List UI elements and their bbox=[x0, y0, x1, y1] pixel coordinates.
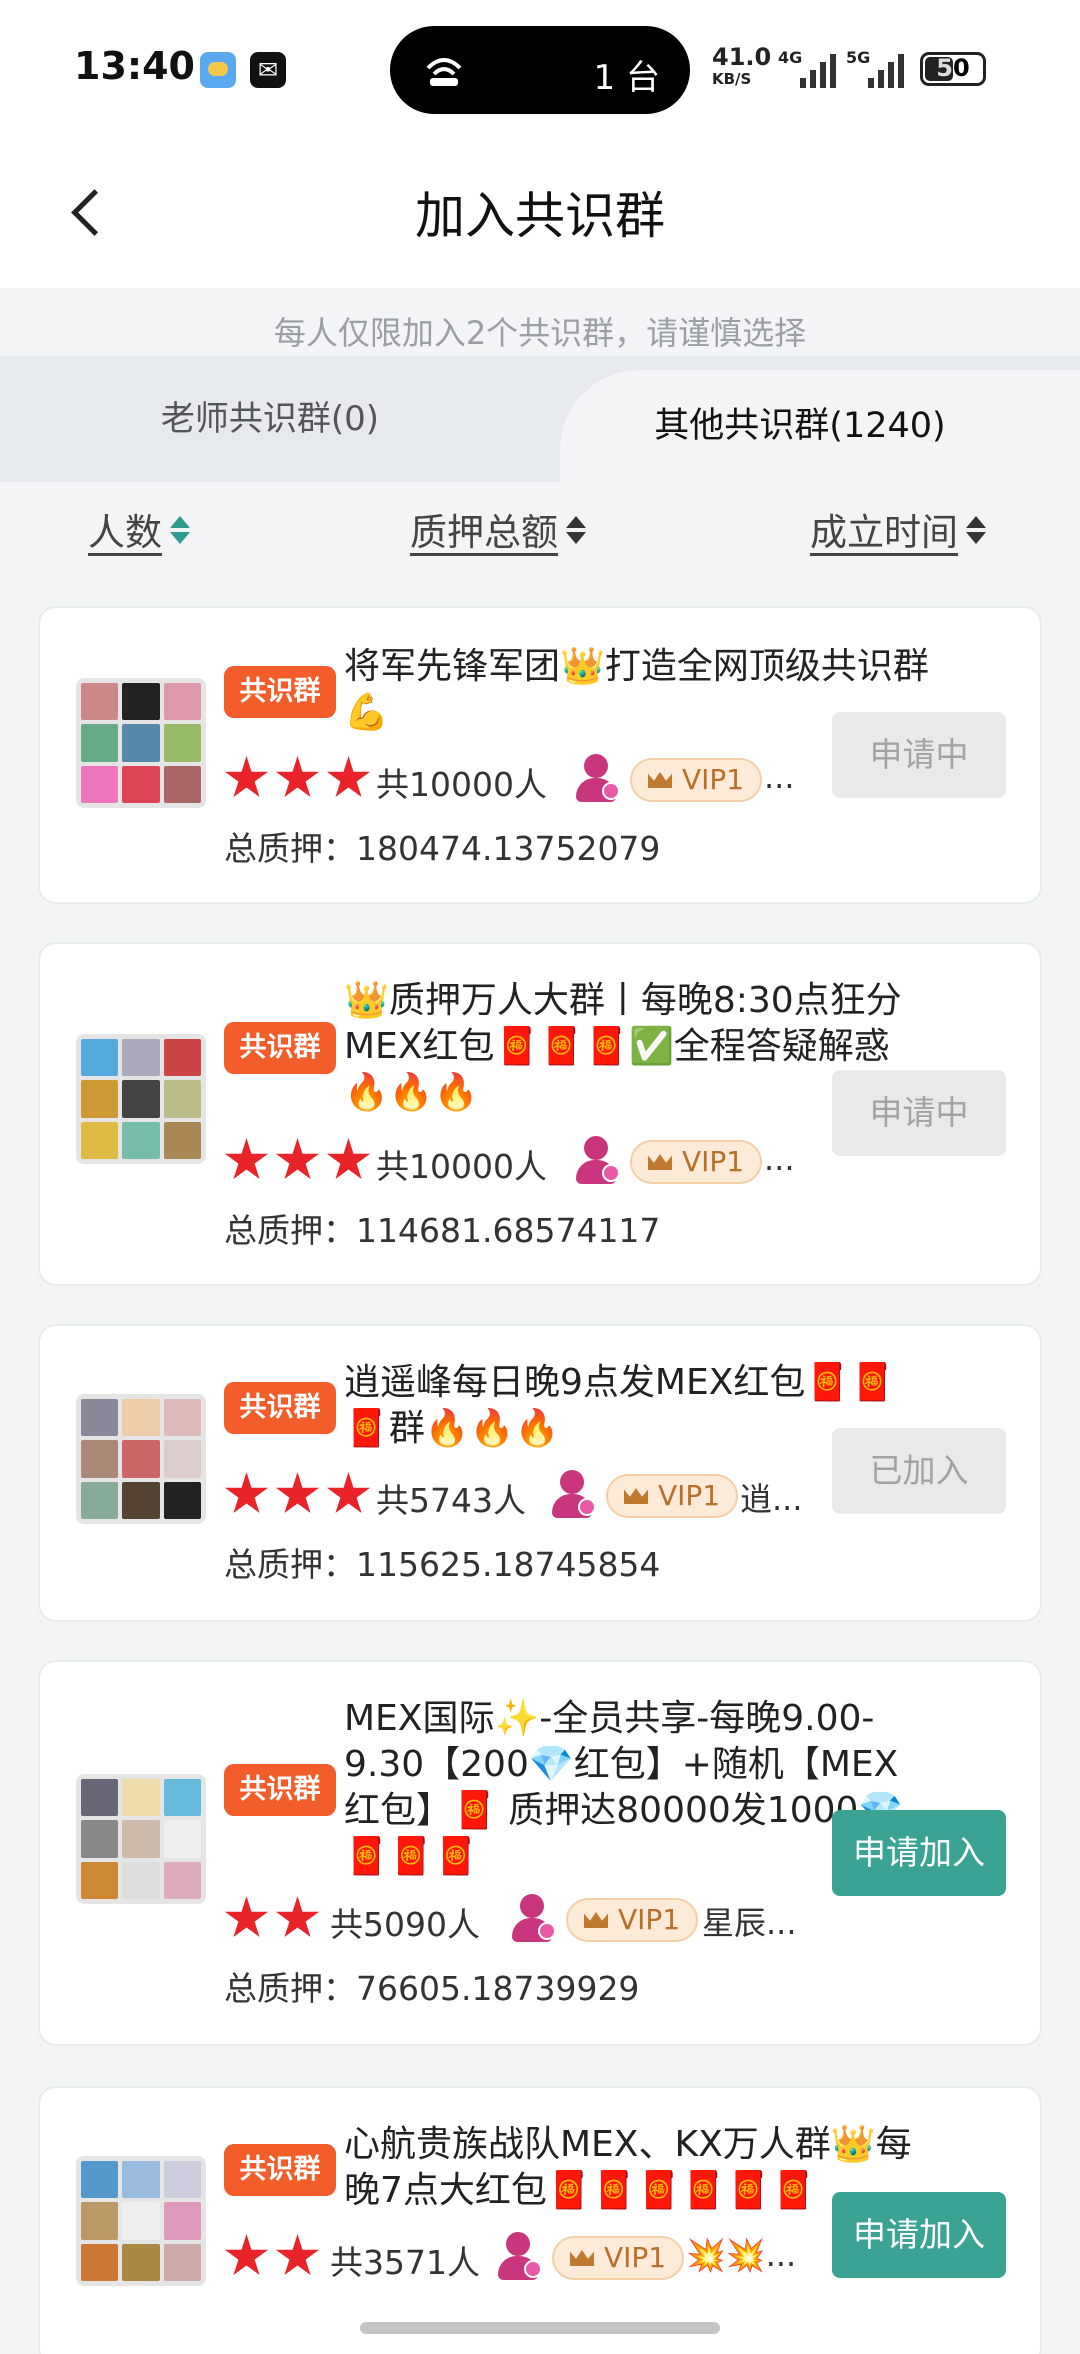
apply-join-button[interactable]: 申请加入 bbox=[832, 2192, 1006, 2278]
sort-arrows-icon bbox=[566, 514, 586, 548]
group-card[interactable]: 共识群 心航贵族战队MEX、KX万人群👑每晚7点大红包🧧🧧🧧🧧🧧🧧 共3571人… bbox=[38, 2086, 1042, 2354]
network-speed: 41.0 KB/S bbox=[712, 43, 772, 88]
hotspot-icon bbox=[426, 58, 462, 86]
dynamic-island[interactable]: 1 台 bbox=[390, 26, 690, 114]
group-rating bbox=[224, 1472, 371, 1517]
apply-status-button[interactable]: 申请中 bbox=[832, 712, 1006, 798]
group-card[interactable]: 共识群 将军先锋军团👑打造全网顶级共识群💪 共10000人 VIP1 ... 总… bbox=[38, 606, 1042, 904]
weather-app-icon bbox=[200, 52, 236, 88]
connected-device-count: 1 台 bbox=[593, 58, 660, 98]
group-avatar bbox=[76, 678, 206, 808]
page-title: 加入共识群 bbox=[415, 187, 665, 245]
sort-by-time[interactable]: 成立时间 bbox=[810, 502, 986, 556]
app-header: 加入共识群 bbox=[0, 140, 1080, 288]
group-type-tag: 共识群 bbox=[224, 1764, 336, 1816]
vip-badge: VIP1 bbox=[566, 1898, 699, 1942]
group-rating bbox=[224, 2234, 320, 2279]
owner-avatar-icon bbox=[572, 1136, 622, 1186]
app-notification-icon: ✉ bbox=[250, 52, 286, 88]
group-type-tag: 共识群 bbox=[224, 1382, 336, 1434]
total-pledge: 总质押：180474.13752079 bbox=[224, 829, 661, 868]
group-type-tag: 共识群 bbox=[224, 1022, 336, 1074]
vip-badge: VIP1 bbox=[630, 758, 763, 802]
star-icon bbox=[275, 1472, 320, 1513]
vip-badge: VIP1 bbox=[606, 1474, 739, 1518]
member-count: 共10000人 bbox=[376, 765, 547, 804]
member-count: 共3571人 bbox=[330, 2243, 480, 2282]
group-avatar bbox=[76, 1034, 206, 1164]
group-avatar bbox=[76, 1394, 206, 1524]
sort-bar: 人数 质押总额 成立时间 bbox=[0, 482, 1080, 582]
owner-avatar-icon bbox=[572, 754, 622, 804]
tab-teacher-groups[interactable]: 老师共识群(0) bbox=[0, 356, 540, 482]
owner-name: 逍... bbox=[740, 1480, 803, 1518]
notice-text: 每人仅限加入2个共识群，请谨慎选择 bbox=[273, 314, 807, 352]
joined-status-button[interactable]: 已加入 bbox=[832, 1428, 1006, 1514]
star-icon bbox=[224, 1472, 269, 1513]
status-bar: 13:40 ✉ 1 台 41.0 KB/S 4G 5G 50 bbox=[0, 0, 1080, 140]
vip-badge: VIP1 bbox=[630, 1140, 763, 1184]
total-pledge: 总质押：114681.68574117 bbox=[224, 1211, 661, 1250]
sort-by-amount[interactable]: 质押总额 bbox=[410, 502, 586, 556]
owner-avatar-icon bbox=[508, 1894, 558, 1944]
sort-arrows-icon bbox=[966, 514, 986, 548]
owner-name: ... bbox=[764, 758, 795, 796]
signal-4g-icon: 4G bbox=[778, 48, 838, 88]
owner-name: 💥💥... bbox=[686, 2236, 797, 2274]
group-avatar bbox=[76, 2156, 206, 2286]
owner-avatar-icon bbox=[548, 1470, 598, 1520]
status-time: 13:40 bbox=[74, 44, 195, 88]
group-avatar bbox=[76, 1774, 206, 1904]
group-rating bbox=[224, 1896, 320, 1941]
star-icon bbox=[275, 1896, 320, 1937]
battery-icon: 50 bbox=[920, 52, 986, 86]
tab-other-groups[interactable]: 其他共识群(1240) bbox=[560, 370, 1080, 482]
star-icon bbox=[275, 1138, 320, 1179]
group-type-tag: 共识群 bbox=[224, 666, 336, 718]
owner-avatar-icon bbox=[494, 2232, 544, 2282]
group-rating bbox=[224, 1138, 371, 1183]
member-count: 共5090人 bbox=[330, 1905, 480, 1944]
owner-name: 星辰... bbox=[702, 1904, 797, 1942]
member-count: 共10000人 bbox=[376, 1147, 547, 1186]
group-card[interactable]: 共识群 逍遥峰每日晚9点发MEX红包🧧🧧🧧群🔥🔥🔥 共5743人 VIP1 逍.… bbox=[38, 1324, 1042, 1622]
group-card[interactable]: 共识群 MEX国际✨-全员共享-每晚9.00-9.30【200💎红包】+随机【M… bbox=[38, 1660, 1042, 2046]
group-card[interactable]: 共识群 👑质押万人大群丨每晚8:30点狂分MEX红包🧧🧧🧧✅全程答疑解惑🔥🔥🔥 … bbox=[38, 942, 1042, 1286]
star-icon bbox=[326, 1472, 371, 1513]
group-type-tag: 共识群 bbox=[224, 2144, 336, 2196]
apply-join-button[interactable]: 申请加入 bbox=[832, 1810, 1006, 1896]
vip-badge: VIP1 bbox=[552, 2236, 685, 2280]
signal-5g-icon: 5G bbox=[846, 48, 906, 88]
group-tabs: 老师共识群(0) 其他共识群(1240) bbox=[0, 356, 1080, 482]
star-icon bbox=[326, 1138, 371, 1179]
star-icon bbox=[275, 2234, 320, 2275]
group-rating bbox=[224, 756, 371, 801]
star-icon bbox=[224, 756, 269, 797]
sort-arrows-icon bbox=[170, 514, 190, 548]
owner-name: ... bbox=[764, 1140, 795, 1178]
total-pledge: 总质押：76605.18739929 bbox=[224, 1969, 640, 2008]
home-indicator[interactable] bbox=[360, 2322, 720, 2334]
member-count: 共5743人 bbox=[376, 1481, 526, 1520]
total-pledge: 总质押：115625.18745854 bbox=[224, 1545, 661, 1584]
star-icon bbox=[224, 1896, 269, 1937]
sort-by-people[interactable]: 人数 bbox=[88, 502, 190, 556]
star-icon bbox=[224, 1138, 269, 1179]
apply-status-button[interactable]: 申请中 bbox=[832, 1070, 1006, 1156]
star-icon bbox=[275, 756, 320, 797]
star-icon bbox=[326, 756, 371, 797]
star-icon bbox=[224, 2234, 269, 2275]
